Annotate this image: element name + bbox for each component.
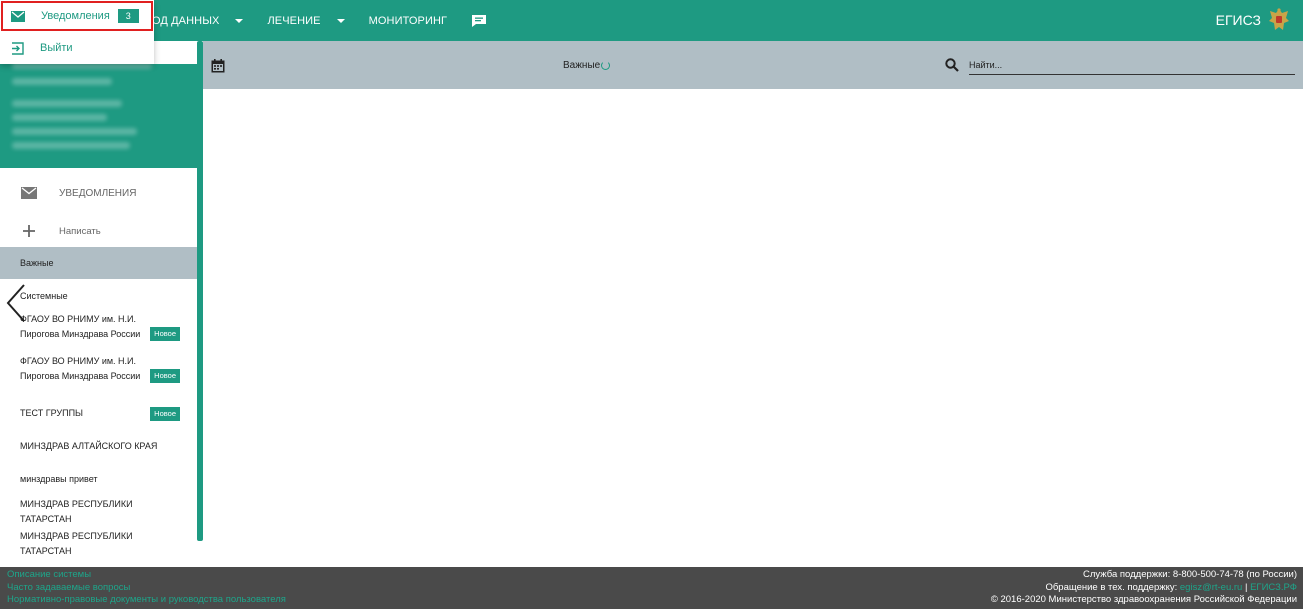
user-profile-block [0, 62, 198, 168]
footer-link-system-description[interactable]: Описание системы [7, 569, 286, 582]
footer-support: Служба поддержки: 8-800-500-74-78 (по Ро… [991, 569, 1297, 607]
compose-button[interactable]: Написать [0, 219, 197, 243]
main-nav: ОД ДАННЫХ ЛЕЧЕНИЕ МОНИТОРИНГ [152, 0, 487, 41]
menu-item-logout[interactable]: Выйти [0, 32, 154, 64]
nav-monitoring[interactable]: МОНИТОРИНГ [369, 15, 448, 27]
group-item[interactable]: МИНЗДРАВ АЛТАЙСКОГО КРАЯ [20, 439, 180, 454]
support-contacts: Обращение в тех. поддержку: egisz@rt-eu.… [991, 582, 1297, 595]
brand-label: ЕГИСЗ [1215, 12, 1261, 28]
footer-separator: | [1244, 581, 1248, 593]
coat-of-arms-icon [1269, 8, 1289, 30]
group-item[interactable]: ФГАОУ ВО РНИМУ им. Н.И. Пирогова Минздра… [20, 312, 180, 342]
chat-icon[interactable] [471, 14, 487, 28]
calendar-icon[interactable] [211, 59, 225, 73]
folder-important[interactable]: Важные [0, 247, 197, 279]
group-item-name: минздравы привет [20, 474, 98, 484]
folder-title: Важные [563, 60, 611, 71]
footer-links: Описание системы Часто задаваемые вопрос… [7, 569, 286, 607]
loading-spinner-icon [601, 61, 611, 70]
footer-link-faq[interactable]: Часто задаваемые вопросы [7, 582, 286, 595]
sidebar-header-label: УВЕДОМЛЕНИЯ [59, 187, 137, 199]
group-item[interactable]: ТЕСТ ГРУППЫ Новое [20, 406, 180, 421]
caret-down-icon [336, 18, 345, 23]
logout-icon [12, 41, 24, 55]
envelope-icon [11, 10, 25, 22]
sidebar-header-notifications: УВЕДОМЛЕНИЯ [0, 181, 197, 205]
user-menu-dropdown: Уведомления 3 Выйти [0, 0, 154, 64]
group-item[interactable]: МИНЗДРАВ РЕСПУБЛИКИ ТАТАРСТАН [20, 529, 180, 559]
sidebar-scrollbar[interactable] [197, 41, 203, 541]
footer: Описание системы Часто задаваемые вопрос… [0, 567, 1303, 609]
group-item-name: ФГАОУ ВО РНИМУ им. Н.И. Пирогова Минздра… [20, 356, 141, 381]
group-item[interactable]: МИНЗДРАВ РЕСПУБЛИКИ ТАТАРСТАН [20, 497, 180, 527]
brand[interactable]: ЕГИСЗ [1216, 7, 1291, 33]
top-navbar: ОД ДАННЫХ ЛЕЧЕНИЕ МОНИТОРИНГ ЕГИСЗ [0, 0, 1303, 41]
nav-monitoring-label: МОНИТОРИНГ [368, 14, 448, 27]
compose-label: Написать [59, 225, 101, 237]
caret-down-icon [235, 18, 244, 23]
footer-link-documents[interactable]: Нормативно-правовые документы и руководс… [7, 594, 286, 607]
notification-count-badge: 3 [117, 9, 139, 23]
support-email-link[interactable]: egisz@rt-eu.ru [1180, 582, 1242, 593]
group-item-name: МИНЗДРАВ АЛТАЙСКОГО КРАЯ [20, 441, 158, 451]
group-item-name: ФГАОУ ВО РНИМУ им. Н.И. Пирогова Минздра… [20, 314, 141, 339]
group-item[interactable]: ФГАОУ ВО РНИМУ им. Н.И. Пирогова Минздра… [20, 354, 180, 384]
support-prefix: Обращение в тех. поддержку: [1045, 581, 1178, 593]
support-site-link[interactable]: ЕГИСЗ.РФ [1250, 582, 1297, 593]
nav-treatment-label: ЛЕЧЕНИЕ [267, 14, 321, 27]
menu-item-notifications[interactable]: Уведомления 3 [1, 1, 153, 31]
envelope-icon [21, 187, 37, 199]
menu-item-notifications-label: Уведомления [41, 10, 110, 22]
folder-important-label: Важные [20, 258, 54, 268]
nav-treatment[interactable]: ЛЕЧЕНИЕ [267, 14, 345, 27]
folder-system[interactable]: Системные [0, 287, 197, 305]
plus-icon [23, 225, 35, 237]
search-icon[interactable] [945, 58, 959, 72]
new-badge: Новое [150, 407, 180, 421]
copyright: © 2016-2020 Министерство здравоохранения… [990, 594, 1297, 605]
new-badge: Новое [150, 327, 180, 341]
sidebar: УВЕДОМЛЕНИЯ Написать Важные Системные ФГ… [0, 41, 203, 567]
chevron-left-icon[interactable] [4, 283, 28, 323]
group-item[interactable]: минздравы привет [20, 472, 180, 487]
group-item-name: МИНЗДРАВ РЕСПУБЛИКИ ТАТАРСТАН [20, 499, 133, 524]
content-toolbar: Важные [203, 41, 1303, 89]
nav-data-entry-label: ОД ДАННЫХ [152, 14, 220, 27]
group-item-name: МИНЗДРАВ РЕСПУБЛИКИ ТАТАРСТАН [20, 531, 133, 556]
new-badge: Новое [150, 369, 180, 383]
folder-title-text: Важные [563, 60, 601, 71]
support-phone: Служба поддержки: 8-800-500-74-78 (по Ро… [1083, 569, 1297, 580]
menu-item-logout-label: Выйти [40, 42, 73, 54]
nav-data-entry[interactable]: ОД ДАННЫХ [152, 14, 244, 27]
search-input[interactable] [969, 55, 1295, 75]
